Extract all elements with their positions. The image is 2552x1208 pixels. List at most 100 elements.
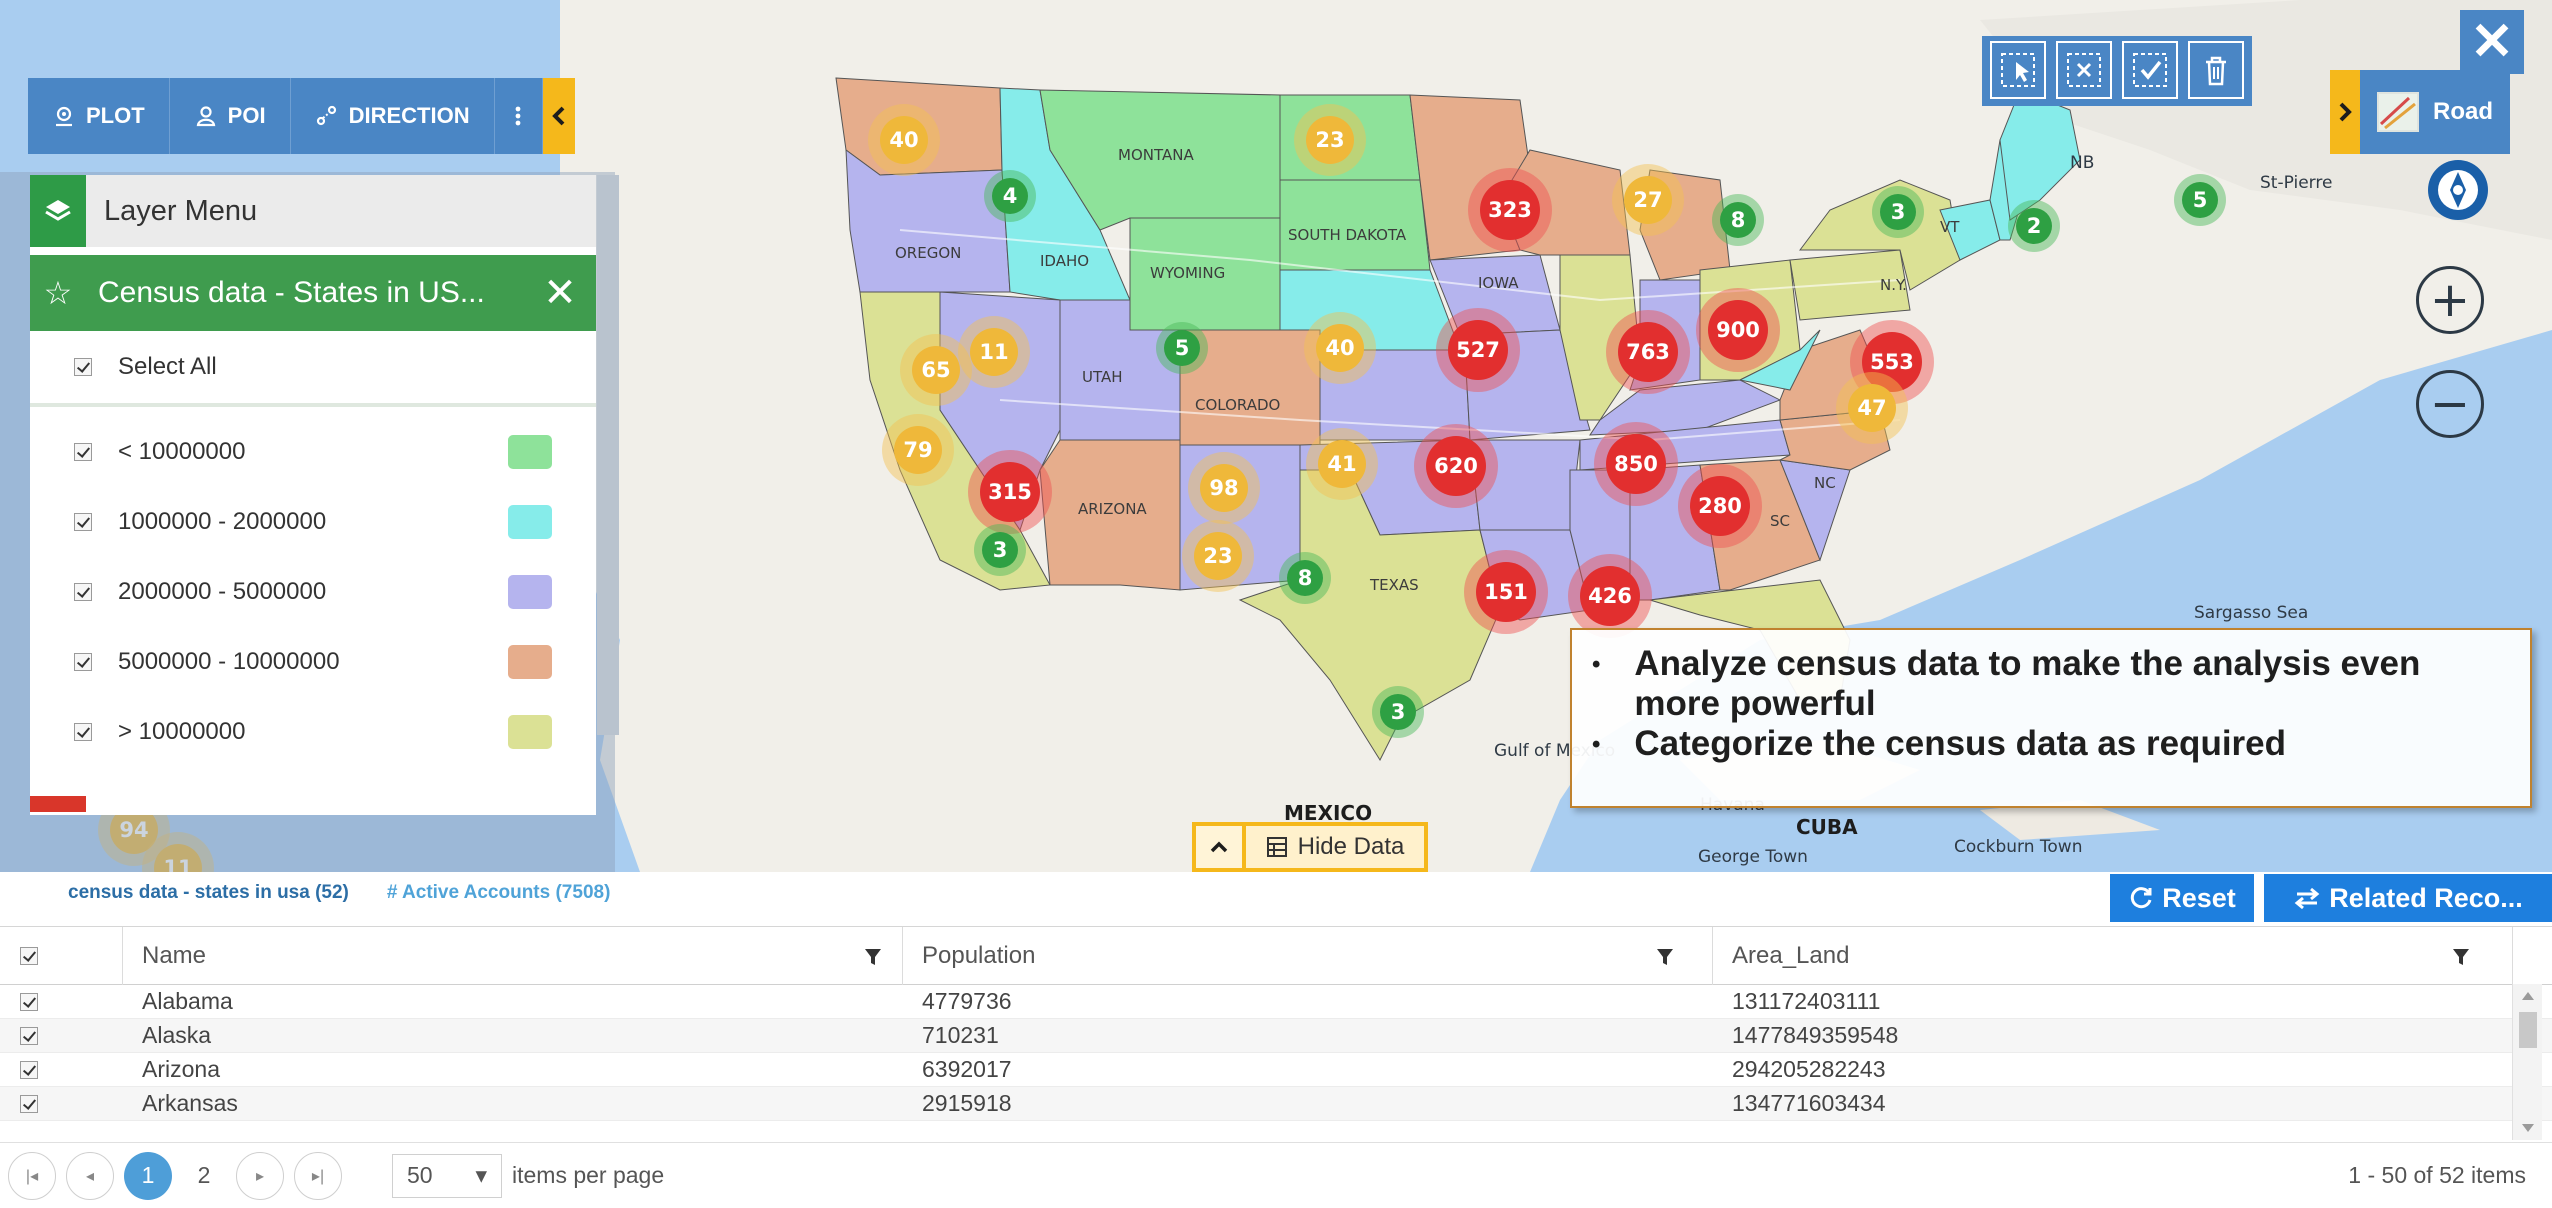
first-page-button[interactable]: |◂	[8, 1151, 56, 1200]
current-page[interactable]: 1	[124, 1151, 172, 1200]
table-row[interactable]: Arkansas 2915918 134771603434	[0, 1087, 2552, 1121]
cluster-marker[interactable]: 40	[1304, 312, 1376, 384]
cluster-marker[interactable]: 151	[1464, 550, 1548, 634]
table-row[interactable]: Arizona 6392017 294205282243	[0, 1053, 2552, 1087]
cluster-marker[interactable]: 315	[968, 450, 1052, 534]
close-layer-button[interactable]: ✕	[524, 270, 596, 316]
legend-item[interactable]: 5000000 - 10000000	[30, 627, 596, 697]
cluster-marker[interactable]: 2	[2008, 200, 2060, 252]
cluster-marker[interactable]: 8	[1279, 552, 1331, 604]
legend-item[interactable]: < 10000000	[30, 417, 596, 487]
legend-checkbox[interactable]	[74, 723, 92, 741]
cluster-marker[interactable]: 900	[1696, 288, 1780, 372]
table-row[interactable]: Alaska 710231 1477849359548	[0, 1019, 2552, 1053]
basemap-road-button[interactable]: Road	[2360, 70, 2510, 154]
select-all-checkbox[interactable]	[74, 358, 92, 376]
header-select-checkbox-cell[interactable]	[20, 927, 38, 984]
legend-item[interactable]: 2000000 - 5000000	[30, 557, 596, 627]
tab-active-accounts[interactable]: # Active Accounts (7508)	[387, 882, 611, 904]
zoom-in-button[interactable]: +	[2416, 266, 2484, 334]
cluster-marker[interactable]: 79	[882, 414, 954, 486]
row-checkbox[interactable]	[20, 1026, 38, 1045]
next-layer-header[interactable]	[30, 796, 596, 812]
clear-selection-button[interactable]	[2056, 41, 2112, 99]
direction-button[interactable]: DIRECTION	[291, 78, 495, 154]
table-row[interactable]: Alabama 4779736 131172403111	[0, 985, 2552, 1019]
related-records-button[interactable]: Related Reco...	[2264, 874, 2552, 922]
delete-selection-button[interactable]	[2188, 41, 2244, 99]
row-checkbox-cell[interactable]	[20, 1087, 38, 1120]
basemap-collapse-button[interactable]	[2330, 70, 2360, 154]
row-checkbox[interactable]	[20, 992, 38, 1011]
row-checkbox-cell[interactable]	[20, 1053, 38, 1086]
last-page-button[interactable]: ▸|	[294, 1151, 342, 1200]
page-size-select[interactable]: 50 ▾	[392, 1153, 502, 1198]
column-header-population[interactable]: Population	[922, 927, 1035, 984]
cluster-marker[interactable]: 5	[2174, 174, 2226, 226]
legend-item[interactable]: 1000000 - 2000000	[30, 487, 596, 557]
cluster-marker[interactable]: 850	[1594, 422, 1678, 506]
legend-checkbox[interactable]	[74, 583, 92, 601]
header-select-checkbox[interactable]	[20, 946, 38, 965]
select-all-row[interactable]: Select All	[30, 331, 596, 407]
legend-checkbox[interactable]	[74, 513, 92, 531]
legend-checkbox[interactable]	[74, 653, 92, 671]
map-view[interactable]: MONTANA OREGON IDAHO WYOMING SOUTH DAKOT…	[0, 0, 2552, 872]
row-checkbox-cell[interactable]	[20, 1019, 38, 1052]
row-checkbox[interactable]	[20, 1060, 38, 1079]
filter-icon[interactable]	[864, 947, 882, 967]
cluster-marker[interactable]: 5	[1156, 322, 1208, 374]
page-2-link[interactable]: 2	[182, 1162, 226, 1189]
zoom-out-button[interactable]: −	[2416, 370, 2484, 438]
cluster-marker[interactable]: 620	[1414, 424, 1498, 508]
more-menu-button[interactable]	[495, 78, 543, 154]
cluster-marker[interactable]: 47	[1836, 372, 1908, 444]
confirm-selection-button[interactable]	[2122, 41, 2178, 99]
cluster-marker[interactable]: 40	[868, 104, 940, 176]
row-checkbox-cell[interactable]	[20, 985, 38, 1018]
plot-label: PLOT	[86, 103, 145, 128]
toolbar-collapse-button[interactable]	[542, 78, 575, 154]
scroll-down-icon[interactable]	[2522, 1124, 2534, 1132]
plot-button[interactable]: PLOT	[28, 78, 170, 154]
cluster-marker[interactable]: 3	[1372, 686, 1424, 738]
layer-panel-scrollbar[interactable]	[597, 175, 619, 735]
reset-button[interactable]: Reset	[2110, 874, 2254, 922]
cluster-marker[interactable]: 23	[1182, 520, 1254, 592]
cluster-marker[interactable]: 4	[984, 170, 1036, 222]
filter-icon[interactable]	[1656, 947, 1674, 967]
cluster-marker[interactable]: 280	[1678, 464, 1762, 548]
hide-data-button[interactable]: Hide Data	[1246, 826, 1424, 868]
cluster-marker[interactable]: 323	[1468, 168, 1552, 252]
cluster-marker[interactable]: 3	[974, 524, 1026, 576]
legend-checkbox[interactable]	[74, 443, 92, 461]
cluster-marker[interactable]: 3	[1872, 186, 1924, 238]
cluster-marker[interactable]: 426	[1568, 554, 1652, 638]
select-tool-button[interactable]	[1990, 41, 2046, 99]
cluster-marker[interactable]: 23	[1294, 104, 1366, 176]
cluster-marker[interactable]: 763	[1606, 310, 1690, 394]
cluster-marker[interactable]: 11	[958, 316, 1030, 388]
expand-data-button[interactable]	[1196, 826, 1242, 868]
column-header-area-land[interactable]: Area_Land	[1732, 927, 1849, 984]
legend-item[interactable]: > 10000000	[30, 697, 596, 767]
close-map-button[interactable]: ✕	[2460, 10, 2524, 74]
cluster-marker[interactable]: 41	[1306, 428, 1378, 500]
next-page-button[interactable]: ▸	[236, 1151, 284, 1200]
column-header-name[interactable]: Name	[142, 927, 206, 984]
grid-scrollbar[interactable]	[2512, 984, 2542, 1140]
cluster-marker[interactable]: 527	[1436, 308, 1520, 392]
compass-icon[interactable]	[2422, 154, 2494, 226]
filter-icon[interactable]	[2452, 947, 2470, 967]
poi-button[interactable]: POI	[170, 78, 291, 154]
scroll-thumb[interactable]	[2519, 1012, 2537, 1048]
cluster-marker[interactable]: 98	[1188, 452, 1260, 524]
scroll-up-icon[interactable]	[2522, 992, 2534, 1000]
cluster-marker[interactable]: 27	[1612, 164, 1684, 236]
layer-menu-header[interactable]: Layer Menu	[30, 175, 596, 247]
census-layer-header[interactable]: ☆ Census data - States in US... ✕	[30, 255, 596, 331]
row-checkbox[interactable]	[20, 1094, 38, 1113]
cluster-marker[interactable]: 8	[1712, 194, 1764, 246]
tab-census-data[interactable]: census data - states in usa (52)	[68, 882, 349, 904]
prev-page-button[interactable]: ◂	[66, 1151, 114, 1200]
